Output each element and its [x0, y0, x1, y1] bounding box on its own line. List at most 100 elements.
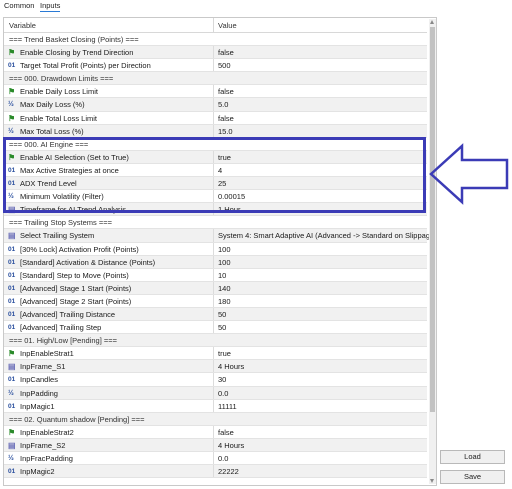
enum-icon: ▤: [8, 362, 16, 372]
column-divider: [213, 111, 214, 124]
parameter-value[interactable]: 25: [218, 179, 226, 188]
parameter-row[interactable]: 01 Target Total Profit (Points) per Direc…: [4, 59, 427, 73]
fraction-icon: ½: [8, 127, 14, 135]
integer-icon: 01: [8, 62, 16, 70]
parameter-value[interactable]: 0.0: [218, 389, 228, 398]
parameter-name: [Advanced] Trailing Step: [20, 323, 102, 333]
parameter-row[interactable]: ⚑ Enable AI Selection (Set to True) true: [4, 150, 427, 164]
parameter-row[interactable]: ▤ Select Trailing System System 4: Smart A…: [4, 229, 436, 243]
tab-inputs[interactable]: Inputs: [40, 1, 61, 12]
parameter-value[interactable]: 50: [218, 310, 226, 319]
parameter-value[interactable]: true: [218, 349, 231, 358]
parameter-name: Enable Total Loss Limit: [20, 113, 97, 123]
parameter-row[interactable]: 01 [Advanced] Trailing Distance 50: [4, 307, 427, 322]
save-button[interactable]: Save: [440, 470, 505, 484]
parameter-value[interactable]: 1 Hour: [218, 205, 241, 214]
section-header-row[interactable]: === 02. Quantum shadow [Pending] ===: [4, 412, 427, 426]
parameter-value[interactable]: 4 Hours: [218, 362, 244, 371]
section-header-row[interactable]: === 000. AI Engine ===: [4, 138, 427, 151]
integer-icon: 01: [8, 297, 16, 305]
parameter-value[interactable]: 30: [218, 375, 226, 384]
parameter-row[interactable]: ▤ Timeframe for AI Trend Analysis 1 Hour: [4, 203, 427, 217]
parameter-name: Max Total Loss (%): [20, 126, 84, 136]
column-header-variable[interactable]: Variable: [9, 21, 36, 30]
parameter-value[interactable]: 0.00015: [218, 192, 245, 201]
parameter-value[interactable]: 140: [218, 284, 231, 293]
parameter-row[interactable]: ⚑ InpEnableStrat1 true: [4, 347, 427, 361]
parameter-row[interactable]: 01 [Advanced] Stage 2 Start (Points) 180: [4, 294, 427, 308]
parameter-value[interactable]: 100: [218, 258, 231, 267]
parameter-row[interactable]: 01 ADX Trend Level 25: [4, 177, 427, 191]
parameter-value[interactable]: true: [218, 153, 231, 162]
integer-icon: 01: [8, 258, 16, 266]
vertical-scrollbar[interactable]: [429, 19, 436, 484]
parameter-value[interactable]: 100: [218, 245, 231, 254]
parameter-name: InpFracPadding: [20, 454, 73, 463]
fraction-icon: ½: [8, 101, 14, 109]
parameter-row[interactable]: ▤ InpFrame_S1 4 Hours: [4, 360, 427, 374]
parameter-row[interactable]: ⚑ Enable Closing by Trend Direction false: [4, 46, 427, 60]
parameter-value[interactable]: false: [218, 428, 234, 437]
parameter-name: InpMagic2: [20, 467, 55, 477]
parameter-name: InpFrame_S2: [20, 440, 66, 450]
parameter-value[interactable]: 500: [218, 61, 231, 70]
parameter-value[interactable]: 5.0: [218, 100, 228, 109]
parameter-row[interactable]: ⚑ Enable Daily Loss Limit false: [4, 85, 427, 99]
column-divider: [213, 360, 214, 373]
parameter-value[interactable]: false: [218, 48, 234, 57]
flag-icon: ⚑: [8, 113, 16, 123]
parameter-row[interactable]: 01 Max Active Strategies at once 4: [4, 163, 427, 178]
section-header-row[interactable]: === 01. High/Low [Pending] ===: [4, 334, 427, 348]
parameter-value[interactable]: 10: [218, 271, 226, 280]
column-divider: [213, 452, 214, 465]
parameter-row[interactable]: ⚑ InpEnableStrat2 false: [4, 425, 427, 439]
parameter-row[interactable]: 01 [Advanced] Trailing Step 50: [4, 321, 427, 335]
parameter-row[interactable]: 01 InpMagic2 22222: [4, 465, 427, 479]
parameter-value[interactable]: 4 Hours: [218, 441, 244, 450]
parameter-value[interactable]: 180: [218, 297, 231, 306]
column-divider: [213, 255, 214, 268]
parameter-value[interactable]: System 4: Smart Adaptive AI (Advanced ->…: [218, 231, 436, 240]
parameter-value[interactable]: 4: [218, 166, 222, 175]
column-divider[interactable]: [213, 18, 214, 32]
parameter-row[interactable]: 01 [Advanced] Stage 1 Start (Points) 140: [4, 281, 427, 295]
scroll-up-icon[interactable]: [430, 20, 434, 24]
parameter-name: [Advanced] Stage 1 Start (Points): [20, 283, 132, 293]
integer-icon: 01: [8, 271, 16, 279]
tab-common[interactable]: Common: [4, 1, 34, 10]
parameter-row[interactable]: ½ Minimum Volatility (Filter) 0.00015: [4, 190, 427, 204]
parameter-name: Enable AI Selection (Set to True): [20, 152, 129, 162]
parameter-row[interactable]: ▤ InpFrame_S2 4 Hours: [4, 438, 427, 452]
column-header-value[interactable]: Value: [218, 21, 237, 30]
column-divider: [213, 425, 214, 438]
parameter-value[interactable]: 22222: [218, 467, 239, 476]
parameter-value[interactable]: 11111: [218, 402, 237, 411]
parameter-name: ADX Trend Level: [20, 179, 77, 189]
parameter-row[interactable]: ½ Max Total Loss (%) 15.0: [4, 124, 427, 138]
parameter-value[interactable]: false: [218, 114, 234, 123]
scrollbar-thumb[interactable]: [430, 27, 435, 412]
parameter-value[interactable]: 0.0: [218, 454, 228, 463]
column-divider: [213, 399, 214, 412]
section-header-row[interactable]: === 000. Drawdown Limits ===: [4, 72, 427, 86]
flag-icon: ⚑: [8, 349, 16, 359]
parameter-row[interactable]: ½ Max Daily Loss (%) 5.0: [4, 98, 427, 112]
parameter-row[interactable]: ½ InpPadding 0.0: [4, 386, 427, 400]
parameter-row[interactable]: 01 [30% Lock] Activation Profit (Points) 1…: [4, 242, 427, 256]
load-button[interactable]: Load: [440, 450, 505, 464]
scroll-down-icon[interactable]: [430, 479, 434, 483]
section-header-row[interactable]: === Trailing Stop Systems ===: [4, 216, 427, 230]
parameter-row[interactable]: 01 InpMagic1 11111: [4, 399, 427, 413]
parameter-row[interactable]: 01 [Standard] Step to Move (Points) 10: [4, 268, 427, 282]
column-divider: [213, 163, 214, 177]
parameter-value[interactable]: 50: [218, 323, 226, 332]
parameter-value[interactable]: 15.0: [218, 127, 233, 136]
column-divider: [213, 386, 214, 399]
section-header-row[interactable]: === Trend Basket Closing (Points) ===: [4, 33, 427, 47]
parameter-value[interactable]: false: [218, 87, 234, 96]
tab-bar: Common Inputs: [0, 0, 512, 12]
parameter-row[interactable]: ½ InpFracPadding 0.0: [4, 452, 427, 466]
parameter-row[interactable]: ⚑ Enable Total Loss Limit false: [4, 111, 427, 125]
parameter-row[interactable]: 01 InpCandles 30: [4, 373, 427, 387]
parameter-row[interactable]: 01 [Standard] Activation & Distance (Poin…: [4, 255, 427, 269]
